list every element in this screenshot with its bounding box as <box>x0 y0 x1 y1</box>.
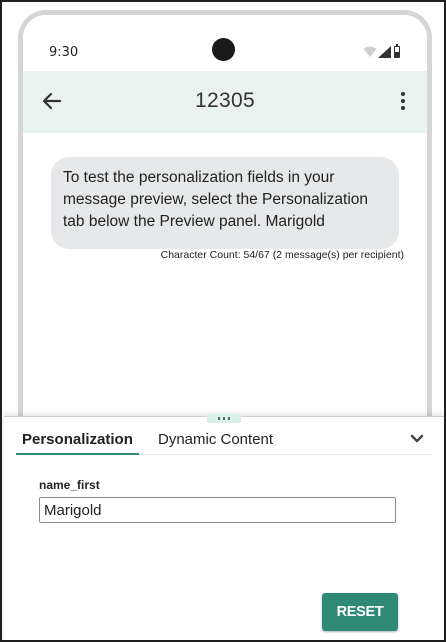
battery-icon <box>394 44 400 58</box>
preview-frame: 9:30 12305 To test the personalization f… <box>0 0 446 642</box>
tab-personalization[interactable]: Personalization <box>16 429 139 455</box>
reset-button[interactable]: RESET <box>322 593 398 631</box>
status-icons <box>363 44 403 59</box>
name-first-label: name_first <box>39 478 100 492</box>
phone-mockup: 9:30 12305 To test the personalization f… <box>18 10 432 470</box>
drag-handle[interactable] <box>207 414 241 423</box>
message-bubble: To test the personalization fields in yo… <box>51 157 399 249</box>
camera-cutout <box>212 38 235 61</box>
status-time: 9:30 <box>49 45 79 60</box>
app-bar: 12305 <box>23 71 427 133</box>
personalization-panel: Personalization Dynamic Content name_fir… <box>4 414 444 640</box>
tab-dynamic-content[interactable]: Dynamic Content <box>152 429 279 455</box>
name-first-input[interactable] <box>39 497 396 523</box>
panel-tabs: Personalization Dynamic Content <box>16 429 432 455</box>
conversation-title: 12305 <box>195 89 255 112</box>
wifi-icon <box>363 46 377 57</box>
signal-icon <box>378 46 391 58</box>
more-vertical-icon[interactable] <box>399 90 407 112</box>
status-bar: 9:30 <box>23 15 427 71</box>
character-count: Character Count: 54/67 (2 message(s) per… <box>160 249 404 261</box>
chevron-down-icon[interactable] <box>410 432 424 446</box>
